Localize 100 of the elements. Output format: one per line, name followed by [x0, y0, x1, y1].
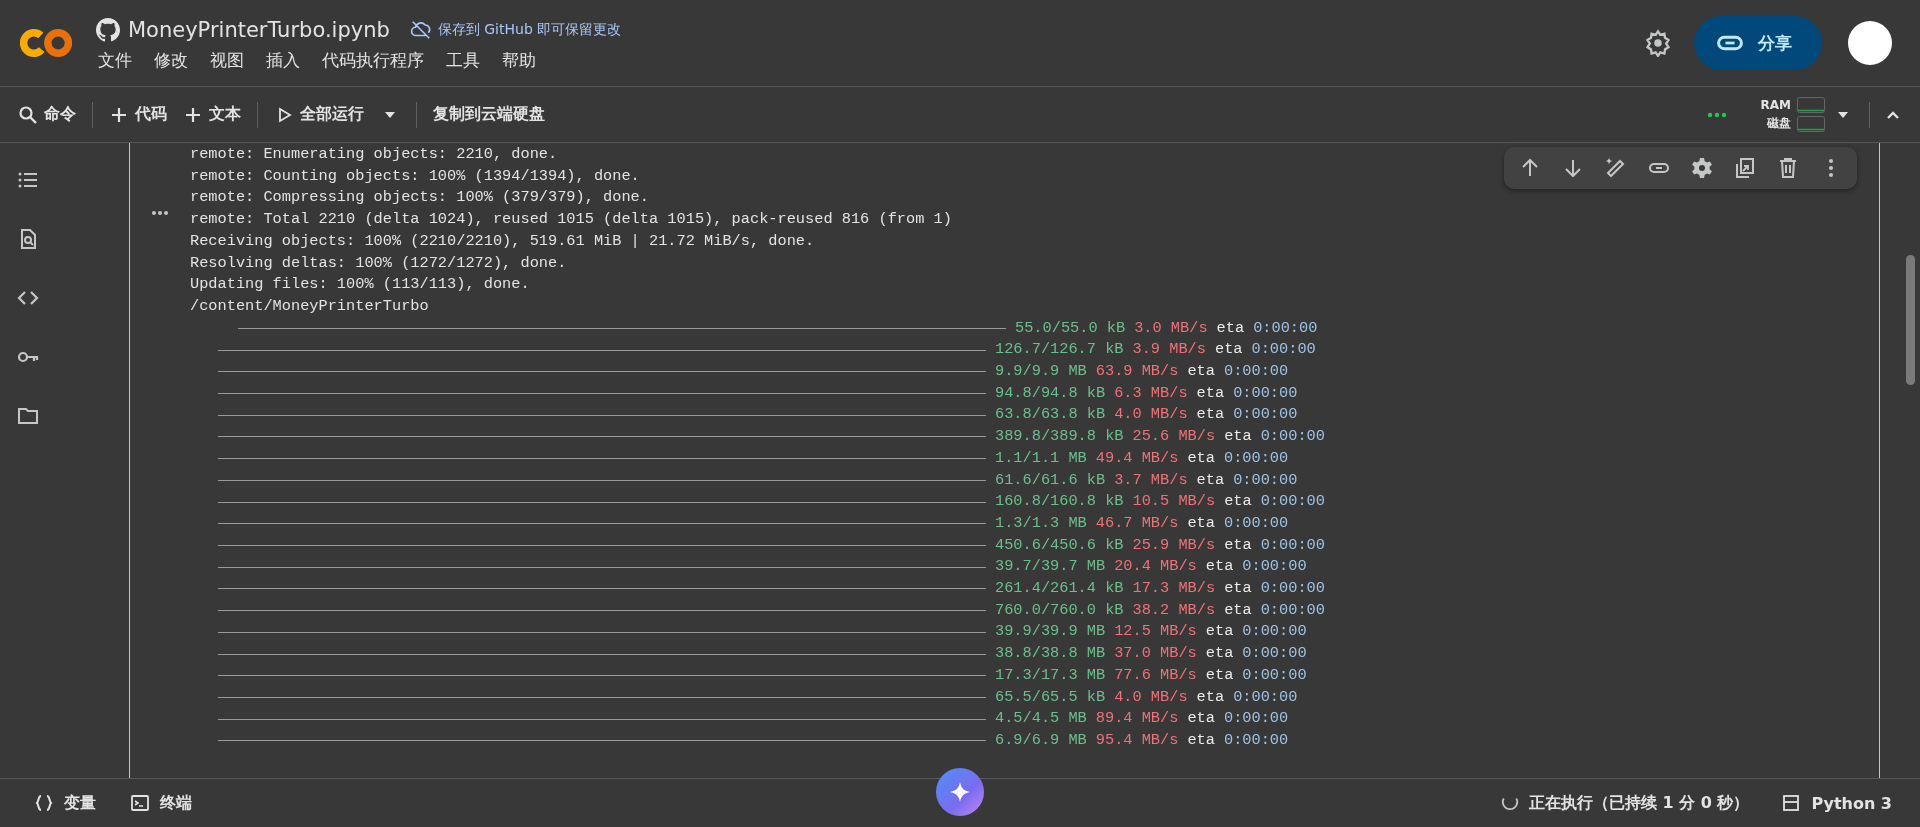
download-speed: 63.9 MB/s [1095, 361, 1179, 383]
connected-icon [1706, 111, 1727, 118]
more-icon[interactable] [151, 210, 169, 216]
eta-time: 0:00:00 [1260, 491, 1325, 513]
menu-item[interactable]: 视图 [210, 50, 244, 72]
menu-item[interactable]: 帮助 [502, 50, 536, 72]
eta-label: eta [1224, 426, 1252, 448]
eta-time: 0:00:00 [1223, 512, 1289, 534]
search-icon [18, 104, 38, 125]
usage-meter-icon [1797, 97, 1825, 113]
eta-label: eta [1224, 534, 1252, 556]
toolbar-button[interactable]: 代码 [101, 98, 175, 131]
eta-label: eta [1216, 317, 1245, 339]
eta-time: 0:00:00 [1223, 708, 1289, 730]
eta-time: 0:00:00 [1242, 664, 1307, 686]
downloaded-size: 160.8/160.8 kB [995, 491, 1124, 513]
downloaded-size: 760.0/760.0 kB [995, 599, 1124, 621]
eta-time: 0:00:00 [1260, 599, 1325, 621]
cloud-off-icon [409, 19, 432, 41]
status-tool-button[interactable]: 变量 [28, 788, 102, 818]
download-speed: 25.9 MB/s [1132, 534, 1216, 556]
menu-item[interactable]: 插入 [266, 50, 300, 72]
terminal-icon [130, 793, 150, 813]
menu-item[interactable]: 修改 [154, 50, 188, 72]
runtime-label[interactable]: Python 3 [1811, 793, 1892, 813]
eta-label: eta [1205, 643, 1234, 665]
downloaded-size: 38.8/38.8 MB [995, 643, 1106, 665]
downloaded-size: 39.9/39.9 MB [995, 621, 1106, 643]
toolbar-button[interactable]: 全部运行 [266, 98, 372, 131]
downloaded-size: 63.8/63.8 kB [995, 404, 1106, 426]
output-line: remote: Counting objects: 100% (1394/1394), done. [190, 165, 640, 187]
eta-label: eta [1205, 556, 1234, 578]
download-speed: 10.5 MB/s [1132, 491, 1216, 513]
toolbar-button[interactable]: 文本 [175, 98, 249, 131]
caret-icon[interactable] [1837, 110, 1849, 119]
downloaded-size: 9.9/9.9 MB [995, 361, 1087, 383]
downloaded-size: 450.6/450.6 kB [995, 534, 1124, 556]
download-speed: 20.4 MB/s [1114, 556, 1197, 578]
resource-label: RAM [1760, 98, 1791, 112]
output-line: remote: Enumerating objects: 2210, done. [190, 144, 558, 165]
chevron-up-icon[interactable] [1886, 109, 1900, 120]
output-line: Receiving objects: 100% (2210/2210), 519.61 MiB | 21.72 MiB/s, done. [190, 230, 815, 252]
eta-label: eta [1205, 664, 1234, 686]
downloaded-size: 1.1/1.1 MB [995, 447, 1087, 469]
logo-icon[interactable] [18, 27, 74, 59]
download-speed: 46.7 MB/s [1095, 512, 1179, 534]
eta-label: eta [1224, 578, 1252, 600]
eta-label: eta [1187, 708, 1215, 730]
download-speed: 77.6 MB/s [1114, 664, 1197, 686]
notebook-title[interactable]: MoneyPrinterTurbo.ipynb [128, 18, 390, 42]
eta-time: 0:00:00 [1223, 361, 1289, 383]
eta-label: eta [1196, 382, 1225, 404]
eta-time: 0:00:00 [1233, 469, 1298, 491]
download-speed: 49.4 MB/s [1095, 447, 1179, 469]
downloaded-size: 261.4/261.4 kB [995, 578, 1124, 600]
output-line: remote: Total 2210 (delta 1024), reused 1015 (delta 1015), pack-reused 816 (from 1) [190, 209, 952, 231]
save-notice-link[interactable]: 保存到 GitHub 即可保留更改 [437, 21, 622, 39]
eta-time: 0:00:00 [1260, 578, 1325, 600]
eta-time: 0:00:00 [1260, 426, 1325, 448]
mirror-cell-icon[interactable] [1733, 156, 1757, 180]
download-speed: 25.6 MB/s [1132, 426, 1216, 448]
eta-time: 0:00:00 [1233, 404, 1298, 426]
eta-label: eta [1205, 621, 1234, 643]
menu-item[interactable]: 工具 [446, 50, 480, 72]
downloaded-size: 65.5/65.5 kB [995, 686, 1106, 708]
eta-label: eta [1214, 339, 1243, 361]
eta-label: eta [1224, 491, 1252, 513]
eta-time: 0:00:00 [1223, 447, 1289, 469]
download-speed: 38.2 MB/s [1132, 599, 1216, 621]
downloaded-size: 1.3/1.3 MB [995, 512, 1087, 534]
link-icon [1716, 35, 1744, 51]
toolbar-button[interactable]: 命令 [10, 98, 84, 131]
share-button[interactable]: 分享 [1694, 16, 1822, 70]
downloaded-size: 389.8/389.8 kB [995, 426, 1124, 448]
eta-label: eta [1196, 404, 1225, 426]
github-icon[interactable] [96, 18, 120, 42]
scrollbar-thumb[interactable] [1905, 255, 1915, 385]
menu-item[interactable]: 代码执行程序 [322, 50, 424, 72]
eta-time: 0:00:00 [1233, 382, 1298, 404]
output-line: Updating files: 100% (113/113), done. [190, 274, 530, 296]
download-speed: 6.3 MB/s [1114, 382, 1188, 404]
runtime-icon [1781, 793, 1802, 813]
download-speed: 4.0 MB/s [1114, 404, 1188, 426]
downloaded-size: 4.5/4.5 MB [995, 708, 1087, 730]
eta-label: eta [1196, 469, 1225, 491]
settings-icon[interactable] [1690, 156, 1714, 180]
caret-icon[interactable] [384, 110, 396, 119]
avatar[interactable] [1848, 21, 1892, 65]
status-tool-button[interactable]: 终端 [124, 788, 198, 818]
downloaded-size: 126.7/126.7 kB [995, 339, 1124, 361]
settings-icon[interactable] [1644, 29, 1672, 57]
menu-item[interactable]: 文件 [98, 50, 132, 72]
eta-time: 0:00:00 [1242, 621, 1307, 643]
gemini-button[interactable] [936, 768, 984, 816]
eta-time: 0:00:00 [1223, 730, 1289, 751]
execution-status: 正在执行（已持续 1 分 0 秒） [1528, 792, 1750, 814]
eta-time: 0:00:00 [1242, 643, 1307, 665]
output-line: remote: Compressing objects: 100% (379/379), done. [190, 187, 649, 209]
download-speed: 4.0 MB/s [1114, 686, 1188, 708]
toolbar-button[interactable]: 复制到云端硬盘 [425, 98, 553, 131]
